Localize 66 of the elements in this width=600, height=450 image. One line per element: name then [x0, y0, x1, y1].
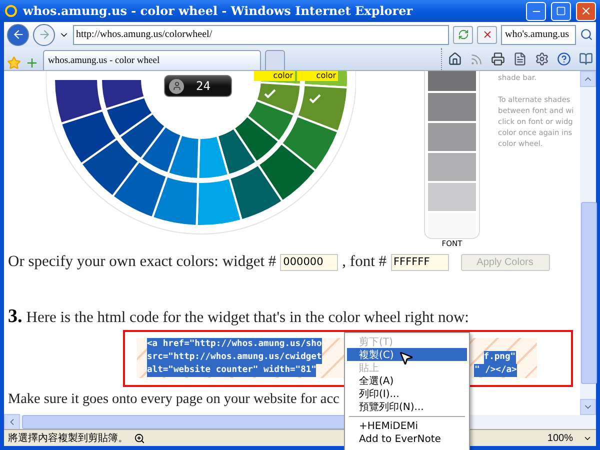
print-icon[interactable]	[491, 52, 505, 66]
shade-swatch[interactable]	[428, 153, 476, 181]
shade-swatch[interactable]	[428, 183, 476, 211]
menu-item[interactable]: Add to EverNote	[347, 433, 467, 446]
arrow-left-icon	[12, 28, 24, 41]
cursor-icon	[398, 350, 414, 366]
arrow-right-icon	[38, 28, 50, 41]
book-icon[interactable]	[579, 52, 593, 66]
search-field[interactable]: who's.amung.us	[501, 24, 576, 44]
menu-item[interactable]: 列印(I)...	[347, 387, 467, 400]
status-text: 將選擇內容複製到剪貼簿。	[8, 432, 128, 445]
step-text: Here is the html code for the widget that's in the color wheel right now:	[26, 309, 469, 327]
close-icon	[482, 29, 492, 40]
instruction-text: Make sure it goes onto every page on your website for acc	[8, 391, 340, 408]
menu-item[interactable]: 複製(C)	[347, 348, 467, 361]
url-text: http://whos.amung.us/colorwheel/	[76, 29, 212, 40]
form-label: Or specify your own exact colors: widget #	[8, 253, 276, 271]
menu-item[interactable]: 預覽列印(N)...	[347, 400, 467, 413]
scroll-down-button[interactable]	[580, 399, 596, 415]
browser-tab[interactable]: whos.amung.us - color wheel	[43, 50, 261, 70]
shade-swatch[interactable]	[428, 71, 476, 91]
person-icon	[169, 78, 184, 94]
search-text: who's.amung.us	[505, 29, 570, 40]
maximize-button[interactable]	[551, 2, 571, 20]
code-text: " /></a>	[474, 364, 517, 377]
code-text: src="http://whos.amung.us/cwidget	[147, 351, 322, 364]
add-favorite-icon[interactable]	[25, 56, 39, 70]
zoom-control[interactable]: 100%	[543, 432, 577, 444]
code-text: alt="website counter" width="81"	[147, 364, 316, 377]
address-field[interactable]: http://whos.amung.us/colorwheel/	[73, 24, 449, 44]
home-icon[interactable]	[448, 52, 462, 66]
form-label: , font #	[342, 253, 387, 271]
settings-icon[interactable]	[535, 52, 549, 66]
feed-icon[interactable]	[470, 52, 483, 66]
forward-button[interactable]	[33, 24, 55, 46]
page-icon[interactable]	[513, 52, 527, 66]
help-icon[interactable]	[557, 52, 571, 66]
search-button[interactable]	[580, 28, 593, 41]
stop-button[interactable]	[477, 26, 497, 44]
back-button[interactable]	[7, 24, 29, 46]
shade-swatch[interactable]	[428, 93, 476, 121]
menu-item[interactable]: +HEMiDEMi	[347, 420, 467, 433]
font-color-field[interactable]: FFFFFF	[390, 254, 449, 270]
step-number: 3.	[8, 306, 22, 328]
scroll-thumb[interactable]	[581, 202, 597, 384]
refresh-icon	[458, 29, 468, 40]
maximize-icon	[556, 6, 566, 16]
shade-swatch[interactable]	[428, 213, 476, 237]
shade-swatch[interactable]	[428, 123, 476, 151]
counter-number: 24	[196, 79, 210, 93]
color-label: color	[254, 71, 295, 81]
favorites-star-icon[interactable]	[7, 56, 21, 70]
code-text: f.png"	[484, 351, 516, 364]
widget-color-field[interactable]: 000000	[280, 254, 338, 270]
close-button[interactable]	[576, 2, 596, 20]
refresh-button[interactable]	[453, 26, 473, 44]
minimize-button[interactable]	[526, 2, 546, 20]
window-title: whos.amung.us - color wheel - Windows Internet Explorer	[23, 4, 414, 18]
browser-logo-icon[interactable]	[4, 4, 18, 18]
color-label: color	[297, 71, 338, 81]
code-text: <a href="http://whos.amung.us/sho	[147, 338, 322, 351]
scroll-left-button[interactable]	[4, 414, 20, 430]
menu-item[interactable]: 全選(A)	[347, 374, 467, 387]
zoom-icon[interactable]	[134, 432, 145, 444]
scroll-up-button[interactable]	[580, 71, 596, 87]
close-icon	[580, 5, 592, 17]
